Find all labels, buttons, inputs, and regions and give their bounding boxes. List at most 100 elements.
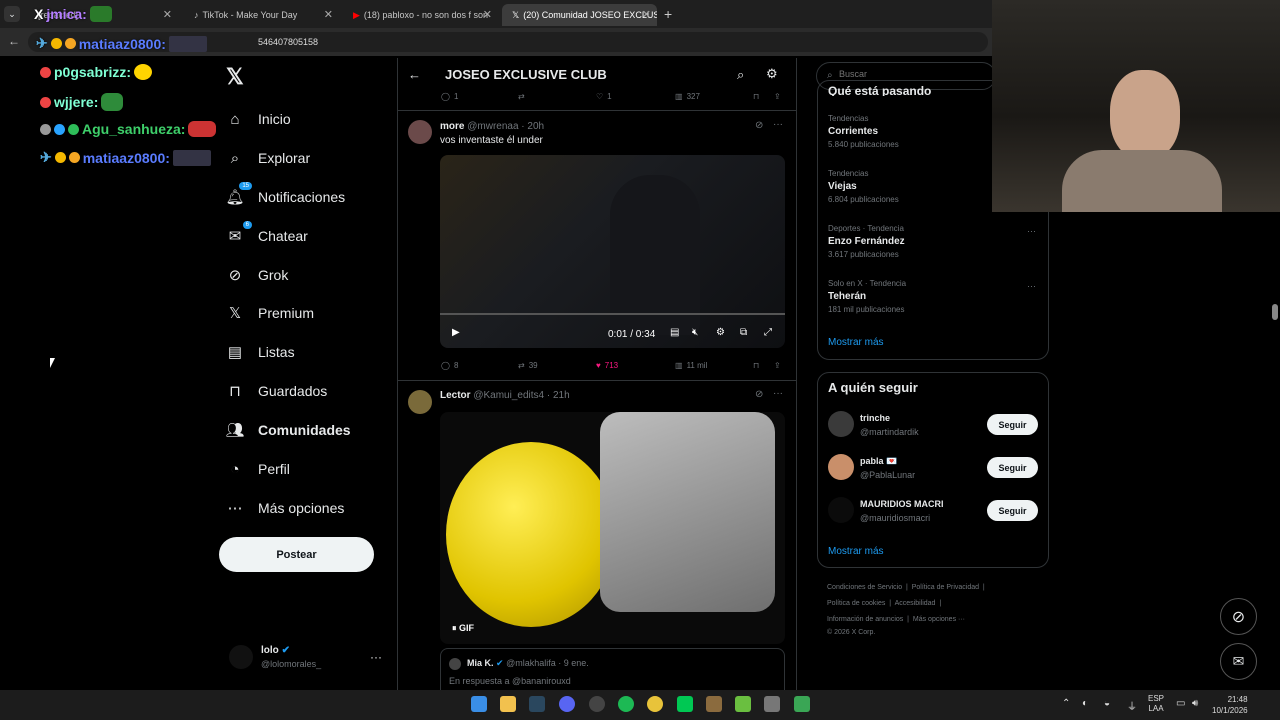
microphone-icon[interactable]: ⏚ bbox=[1127, 698, 1137, 713]
captions-icon[interactable]: ▤ bbox=[670, 327, 679, 338]
sidebar-item-premium[interactable]: 𝕏 Premium bbox=[226, 299, 314, 327]
mute-icon[interactable]: 🔇︎ bbox=[692, 327, 698, 338]
tab-x-community[interactable]: 𝕏 (20) Comunidad JOSEO EXCLUS ✕ bbox=[502, 4, 657, 26]
more-icon[interactable]: ··· bbox=[773, 119, 783, 130]
sidebar-item-más-opciones[interactable]: ⋯ Más opciones bbox=[226, 494, 345, 522]
grok-icon[interactable]: ⊘ bbox=[755, 120, 763, 131]
avatar[interactable] bbox=[408, 120, 432, 144]
grok-float-button[interactable]: ⊘ bbox=[1220, 598, 1257, 635]
post-button[interactable]: Postear bbox=[219, 537, 374, 572]
quoted-tweet[interactable]: Mia K. ✔ @mlakhalifa · 9 ene. En respues… bbox=[440, 648, 785, 690]
footer-link[interactable]: Condiciones de Servicio bbox=[827, 584, 902, 591]
grok-icon[interactable]: ⊘ bbox=[755, 389, 763, 400]
fullscreen-icon[interactable]: ⤢ bbox=[764, 327, 772, 338]
more-icon[interactable]: ··· bbox=[773, 388, 783, 399]
x-logo-icon[interactable]: 𝕏 bbox=[226, 64, 244, 90]
follow-name[interactable]: trinche bbox=[860, 413, 890, 423]
new-tab-button[interactable]: + bbox=[664, 6, 672, 22]
volume-icon[interactable]: 🔊︎ bbox=[1192, 698, 1198, 709]
sidebar-item-notificaciones[interactable]: 🔔︎ 15 Notificaciones bbox=[225, 182, 345, 211]
footer-link[interactable]: Información de anuncios bbox=[827, 616, 903, 623]
sidebar-item-listas[interactable]: ▤ Listas bbox=[226, 338, 295, 366]
tray-icon[interactable]: ◒ bbox=[1104, 698, 1110, 709]
scrollbar-thumb[interactable] bbox=[1272, 304, 1278, 320]
app-icon[interactable] bbox=[764, 696, 780, 712]
views-button[interactable]: ▥ 11 mil bbox=[675, 361, 707, 370]
retweet-icon[interactable]: ⇄ bbox=[518, 92, 525, 101]
tab-list-icon[interactable]: ⌄ bbox=[4, 6, 20, 22]
language-indicator[interactable]: ESP LAA bbox=[1148, 694, 1164, 714]
sidebar-item-comunidades[interactable]: 👥︎ Comunidades bbox=[225, 416, 350, 444]
sidebar-item-perfil[interactable]: ◔ Perfil bbox=[226, 455, 289, 483]
search-icon[interactable]: ⌕ bbox=[737, 67, 744, 83]
share-icon[interactable]: ⇪ bbox=[774, 92, 781, 101]
retweet-button[interactable]: ⇄ 39 bbox=[518, 361, 538, 370]
tweet-gif[interactable]: ⏸ GIF bbox=[440, 412, 785, 644]
search-input[interactable] bbox=[839, 69, 989, 79]
app-icon[interactable] bbox=[589, 696, 605, 712]
tray-icon[interactable]: ◐ bbox=[1082, 698, 1088, 709]
kick-icon[interactable] bbox=[677, 696, 693, 712]
sidebar-item-grok[interactable]: ⊘ Grok bbox=[226, 261, 289, 289]
clock[interactable]: 21:48 10/1/2026 bbox=[1212, 694, 1248, 716]
reply-button[interactable]: ◯ 8 bbox=[441, 361, 458, 370]
bookmark-icon[interactable]: ⊓ bbox=[753, 92, 759, 101]
more-icon[interactable]: ··· bbox=[1027, 226, 1036, 236]
minecraft-icon[interactable] bbox=[735, 696, 751, 712]
windows-start-icon[interactable] bbox=[471, 696, 487, 712]
tray-chevron-icon[interactable]: ⌃ bbox=[1062, 698, 1070, 709]
more-icon[interactable]: ··· bbox=[370, 650, 382, 664]
trend-item[interactable]: Deportes · Tendencia Enzo Fernández 3.617 … bbox=[828, 224, 905, 259]
tweet-video[interactable]: ▶ 0:01 / 0:34 ▤ 🔇︎ ⚙ ⧉ ⤢ bbox=[440, 155, 785, 348]
video-progress-bar[interactable] bbox=[440, 313, 785, 315]
sidebar-item-inicio[interactable]: ⌂ Inicio bbox=[226, 105, 290, 133]
trend-item[interactable]: Tendencias Corrientes 5.840 publicaciones bbox=[828, 114, 899, 149]
close-icon[interactable]: ✕ bbox=[483, 8, 492, 21]
trend-item[interactable]: Tendencias Viejas 6.804 publicaciones bbox=[828, 169, 899, 204]
close-icon[interactable]: ✕ bbox=[642, 8, 651, 21]
sidebar-item-chatear[interactable]: ✉ 6 Chatear bbox=[226, 221, 308, 250]
follow-name[interactable]: MAURIDIOS MACRI bbox=[860, 499, 944, 509]
footer-link[interactable]: Política de Privacidad bbox=[912, 584, 979, 591]
gear-icon[interactable]: ⚙ bbox=[716, 327, 725, 338]
close-icon[interactable]: ✕ bbox=[324, 8, 333, 21]
avatar[interactable] bbox=[408, 390, 432, 414]
messages-float-button[interactable]: ✉ bbox=[1220, 643, 1257, 680]
trend-item[interactable]: Solo en X · Tendencia Teherán 181 mil publ… bbox=[828, 279, 906, 314]
like-button[interactable]: ♡ 1 bbox=[596, 92, 612, 101]
app-icon[interactable] bbox=[706, 696, 722, 712]
avatar[interactable] bbox=[828, 411, 854, 437]
tab-youtube[interactable]: ▶ (18) pabloxo - no son dos f son ✕ bbox=[343, 4, 498, 26]
pip-icon[interactable]: ⧉ bbox=[740, 327, 747, 338]
spotify-icon[interactable] bbox=[618, 696, 634, 712]
more-icon[interactable]: ··· bbox=[1027, 281, 1036, 291]
back-arrow-icon[interactable]: ← bbox=[408, 67, 421, 82]
sidebar-item-explorar[interactable]: ⌕ Explorar bbox=[226, 144, 310, 172]
show-more-link[interactable]: Mostrar más bbox=[828, 337, 884, 348]
avatar[interactable] bbox=[828, 454, 854, 480]
close-icon[interactable]: ✕ bbox=[163, 8, 172, 21]
file-explorer-icon[interactable] bbox=[500, 696, 516, 712]
gif-badge[interactable]: ⏸ GIF bbox=[452, 623, 474, 634]
follow-button[interactable]: Seguir bbox=[987, 457, 1038, 478]
views-button[interactable]: ▥ 327 bbox=[675, 92, 700, 101]
back-arrow-icon[interactable]: ← bbox=[8, 34, 20, 48]
discord-icon[interactable] bbox=[559, 696, 575, 712]
share-icon[interactable]: ⇪ bbox=[774, 361, 781, 370]
reply-button[interactable]: ◯ 1 bbox=[441, 92, 458, 101]
network-icon[interactable]: ▭ bbox=[1176, 698, 1185, 709]
footer-link[interactable]: Más opciones ··· bbox=[913, 616, 965, 623]
gear-icon[interactable]: ⚙ bbox=[766, 66, 778, 82]
chrome-icon[interactable] bbox=[647, 696, 663, 712]
bookmark-icon[interactable]: ⊓ bbox=[753, 361, 759, 370]
show-more-link[interactable]: Mostrar más bbox=[828, 546, 884, 557]
avatar[interactable] bbox=[828, 497, 854, 523]
follow-name[interactable]: pabla 💌 bbox=[860, 456, 897, 467]
tab-tiktok[interactable]: ♪ TikTok - Make Your Day ✕ bbox=[184, 4, 339, 26]
app-icon[interactable] bbox=[794, 696, 810, 712]
footer-link[interactable]: Accesibilidad bbox=[895, 600, 936, 607]
footer-link[interactable]: Política de cookies bbox=[827, 600, 885, 607]
steam-icon[interactable] bbox=[529, 696, 545, 712]
play-icon[interactable]: ▶ bbox=[452, 327, 460, 338]
follow-button[interactable]: Seguir bbox=[987, 500, 1038, 521]
